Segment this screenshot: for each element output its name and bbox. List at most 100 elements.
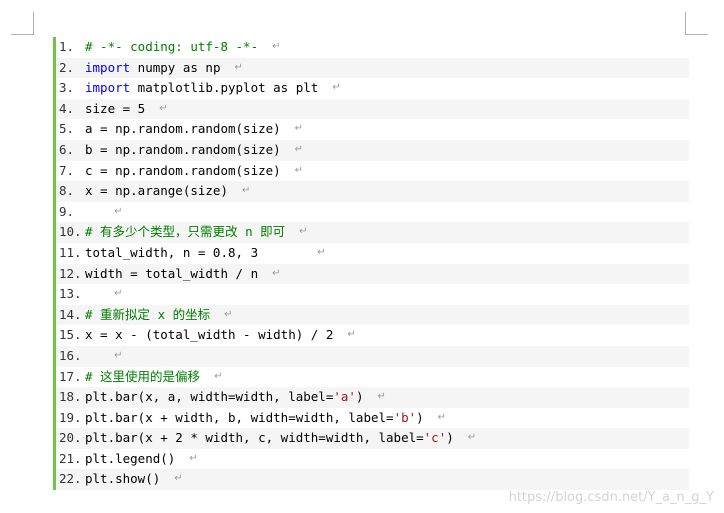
code-line: 8. x = np.arange(size) ↵: [56, 181, 689, 202]
paragraph-mark-icon: ↵: [189, 452, 198, 464]
code-line: 10. # 有多少个类型，只需更改 n 即可 ↵: [56, 222, 689, 243]
line-number: 18.: [59, 389, 82, 405]
code-token: # 有多少个类型，只需更改 n 即可: [85, 224, 286, 240]
code-line: 20. plt.bar(x + 2 * width, c, width=width…: [56, 428, 689, 449]
paragraph-mark-icon: ↵: [114, 205, 123, 217]
code-token: total_width, n = 0.8, 3: [85, 244, 304, 260]
code-token: # 这里使用的是偏移: [85, 368, 201, 384]
code-token: plt.legend(): [85, 450, 176, 466]
code-text: c = np.random.random(size): [85, 161, 281, 182]
line-number: 1.: [59, 39, 75, 54]
paragraph-mark-icon: ↵: [272, 41, 281, 52]
code-text: # 有多少个类型，只需更改 n 即可: [85, 222, 285, 243]
line-number: 8.: [59, 183, 75, 199]
line-number: 21.: [59, 450, 82, 466]
code-token: 'a': [333, 389, 356, 405]
code-text: b = np.random.random(size): [85, 140, 281, 161]
line-number: 12.: [59, 265, 82, 281]
code-line: 7. c = np.random.random(size) ↵: [56, 161, 689, 182]
line-number: 20.: [59, 430, 82, 446]
crop-mark-top-right-vertical: [685, 12, 686, 35]
code-line: 9. ↵: [56, 202, 689, 223]
paragraph-mark-icon: ↵: [272, 267, 281, 279]
code-line: 11. total_width, n = 0.8, 3 ↵: [56, 243, 689, 264]
code-token: import: [85, 59, 131, 75]
paragraph-mark-icon: ↵: [114, 288, 123, 300]
code-text: import matplotlib.pyplot as plt: [85, 78, 318, 99]
line-number: 22.: [59, 471, 82, 487]
code-text: [85, 284, 100, 305]
code-token: plt.bar(x + width, b, width=width, label…: [85, 409, 394, 425]
code-token: x = x - (total_width - width) / 2: [85, 327, 334, 343]
code-token: plt.bar(x, a, width=width, label=: [85, 389, 334, 405]
paragraph-mark-icon: ↵: [159, 102, 168, 114]
line-number: 7.: [59, 162, 75, 178]
paragraph-mark-icon: ↵: [242, 185, 251, 197]
code-text: [85, 202, 100, 223]
paragraph-mark-icon: ↵: [294, 123, 304, 135]
code-text: [85, 346, 100, 367]
code-token: b = np.random.random(size): [85, 141, 281, 157]
code-line: 13. ↵: [56, 284, 689, 305]
crop-mark-top-right-horizontal: [685, 34, 708, 35]
line-number: 17.: [59, 368, 82, 384]
code-text: plt.legend(): [85, 449, 175, 470]
paragraph-mark-icon: ↵: [347, 329, 356, 341]
code-token: # 重新拟定 x 的坐标: [85, 306, 211, 322]
line-number: 6.: [59, 141, 75, 157]
code-token: ): [446, 430, 454, 446]
code-token: plt.show(): [85, 471, 161, 487]
code-line: 19. plt.bar(x + width, b, width=width, la…: [56, 408, 689, 429]
line-number: 5.: [59, 121, 75, 137]
paragraph-mark-icon: ↵: [114, 349, 123, 361]
line-number: 9.: [59, 203, 75, 219]
line-number: 3.: [59, 80, 75, 96]
code-line: 16. ↵: [56, 345, 689, 367]
code-token: size = 5: [85, 100, 146, 116]
paragraph-mark-icon: ↵: [467, 432, 477, 444]
code-token: numpy as np: [130, 59, 221, 75]
paragraph-mark-icon: ↵: [234, 61, 243, 73]
line-number: 11.: [59, 244, 82, 260]
code-text: size = 5: [85, 99, 145, 120]
code-text: # -*- coding: utf-8 -*-: [85, 37, 258, 58]
paragraph-mark-icon: ↵: [294, 164, 304, 176]
code-text: # 这里使用的是偏移: [85, 367, 200, 388]
code-line: 1. # -*- coding: utf-8 -*- ↵: [56, 37, 689, 58]
code-text: # 重新拟定 x 的坐标: [85, 305, 210, 326]
paragraph-mark-icon: ↵: [317, 246, 326, 258]
code-line: 14. # 重新拟定 x 的坐标 ↵: [56, 304, 689, 326]
line-number: 13.: [59, 286, 82, 302]
code-line: 4. size = 5 ↵: [56, 98, 689, 120]
watermark: https://blog.csdn.net/Y_a_n_g_Y: [508, 490, 714, 505]
line-number: 15.: [59, 327, 82, 343]
paragraph-mark-icon: ↵: [332, 82, 341, 94]
crop-mark-top-left-horizontal: [11, 34, 34, 35]
code-text: total_width, n = 0.8, 3: [85, 243, 303, 264]
code-line: 12. width = total_width / n ↵: [56, 263, 689, 285]
code-token: ): [416, 409, 424, 425]
code-token: c = np.random.random(size): [85, 162, 281, 178]
code-line: 3. import matplotlib.pyplot as plt ↵: [56, 78, 689, 99]
code-line: 22. plt.show() ↵: [56, 469, 689, 491]
code-text: plt.bar(x, a, width=width, label='a'): [85, 387, 363, 408]
code-text: import numpy as np: [85, 58, 220, 79]
code-line: 18. plt.bar(x, a, width=width, label='a')…: [56, 387, 689, 408]
code-text: x = np.arange(size): [85, 181, 228, 202]
paragraph-mark-icon: ↵: [437, 411, 447, 423]
paragraph-mark-icon: ↵: [214, 370, 223, 382]
line-number: 16.: [59, 347, 82, 363]
paragraph-mark-icon: ↵: [224, 308, 233, 320]
code-token: 'b': [393, 409, 417, 425]
code-token: width = total_width / n: [85, 265, 259, 281]
code-token: # -*- coding: utf-8 -*-: [85, 39, 259, 54]
crop-mark-top-left-vertical: [33, 12, 34, 35]
code-text: width = total_width / n: [85, 264, 258, 285]
code-token: a = np.random.random(size): [85, 121, 281, 137]
paragraph-mark-icon: ↵: [294, 143, 304, 155]
line-number: 10.: [59, 224, 82, 240]
line-number: 19.: [59, 409, 82, 425]
